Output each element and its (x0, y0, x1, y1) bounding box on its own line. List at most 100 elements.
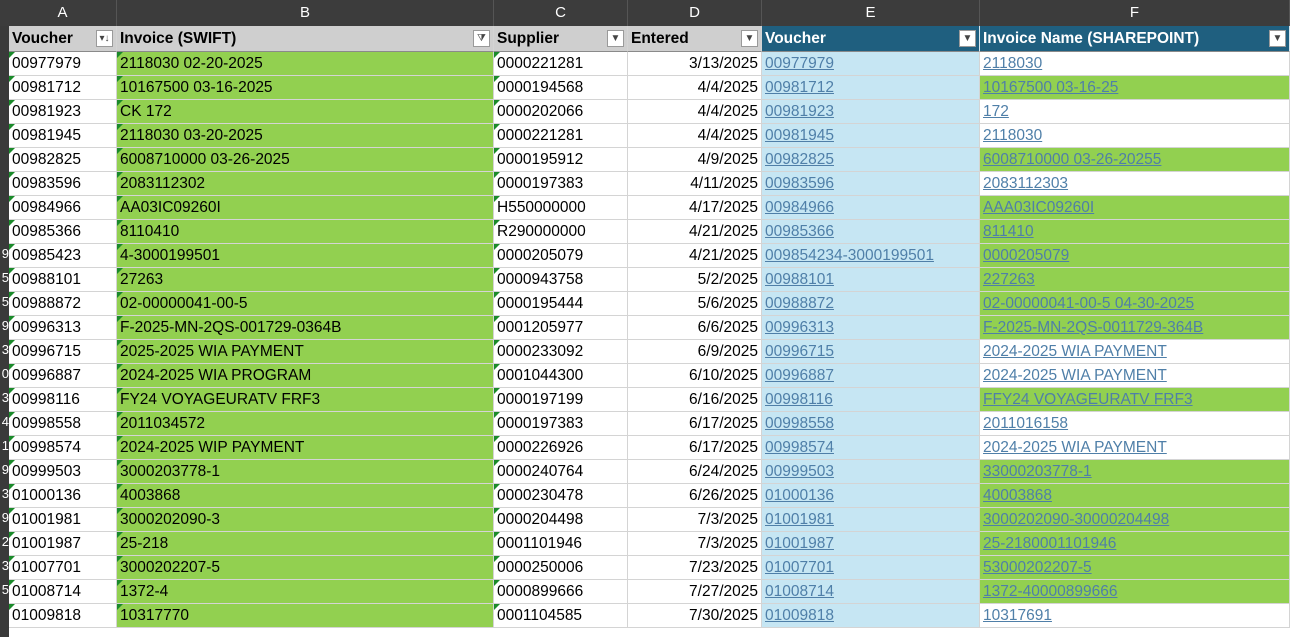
cell-invoice-name-sharepoint[interactable]: F-2025-MN-2QS-0011729-364B (980, 316, 1290, 340)
cell-invoice-name-sharepoint[interactable]: 33000203778-1 (980, 460, 1290, 484)
cell-invoice-swift[interactable]: 3000202207-5 (117, 556, 494, 580)
cell-voucher-sharepoint-link[interactable]: 00983596 (765, 175, 834, 192)
row-number[interactable]: 3 (0, 386, 9, 410)
cell-voucher-sharepoint[interactable]: 00996715 (762, 340, 980, 364)
sort-filter-icon[interactable]: ▾↓ (96, 30, 113, 47)
cell-entered[interactable]: 3/13/2025 (628, 52, 762, 76)
row-number[interactable]: 5 (0, 290, 9, 314)
dropdown-icon[interactable]: ▼ (607, 30, 624, 47)
cell-invoice-name-sharepoint-link[interactable]: 2024-2025 WIA PAYMENT (983, 343, 1167, 360)
cell-invoice-name-sharepoint[interactable]: 2118030 (980, 124, 1290, 148)
cell-invoice-swift[interactable]: 2083112302 (117, 172, 494, 196)
row-number[interactable] (0, 194, 9, 218)
cell-supplier[interactable]: 0000195444 (494, 292, 628, 316)
row-number[interactable] (0, 26, 9, 50)
cell-invoice-swift[interactable]: 3000203778-1 (117, 460, 494, 484)
cell-voucher-sharepoint-link[interactable]: 01007701 (765, 559, 834, 576)
cell-voucher-sharepoint[interactable]: 00982825 (762, 148, 980, 172)
cell-voucher[interactable]: 00998558 (9, 412, 117, 436)
cell-voucher-sharepoint[interactable]: 00998558 (762, 412, 980, 436)
cell-entered[interactable]: 7/27/2025 (628, 580, 762, 604)
cell-voucher-sharepoint[interactable]: 00981945 (762, 124, 980, 148)
cell-voucher-sharepoint-link[interactable]: 00999503 (765, 463, 834, 480)
cell-voucher-sharepoint[interactable]: 00981923 (762, 100, 980, 124)
cell-entered[interactable]: 6/6/2025 (628, 316, 762, 340)
cell-invoice-name-sharepoint[interactable]: 2011016158 (980, 412, 1290, 436)
cell-entered[interactable]: 4/21/2025 (628, 244, 762, 268)
cell-invoice-name-sharepoint-link[interactable]: 25-2180001101946 (983, 535, 1116, 552)
cell-invoice-swift[interactable]: 25-218 (117, 532, 494, 556)
cell-invoice-name-sharepoint[interactable]: 0000205079 (980, 244, 1290, 268)
cell-voucher-sharepoint[interactable]: 01001981 (762, 508, 980, 532)
cell-invoice-name-sharepoint[interactable]: 02-00000041-00-5 04-30-2025 (980, 292, 1290, 316)
cell-voucher-sharepoint-link[interactable]: 00981712 (765, 79, 834, 96)
row-number[interactable]: 5 (0, 578, 9, 602)
row-number[interactable] (0, 218, 9, 242)
column-letter-c[interactable]: C (494, 0, 628, 26)
cell-voucher-sharepoint-link[interactable]: 00996715 (765, 343, 834, 360)
cell-voucher-sharepoint-link[interactable]: 00998574 (765, 439, 834, 456)
cell-entered[interactable]: 7/3/2025 (628, 508, 762, 532)
cell-invoice-name-sharepoint[interactable]: 2083112303 (980, 172, 1290, 196)
cell-voucher[interactable]: 00996313 (9, 316, 117, 340)
cell-invoice-swift[interactable]: F-2025-MN-2QS-001729-0364B (117, 316, 494, 340)
cell-invoice-swift[interactable]: CK 172 (117, 100, 494, 124)
row-number[interactable]: 3 (0, 554, 9, 578)
cell-supplier[interactable]: 0001104585 (494, 604, 628, 628)
row-number[interactable]: 1 (0, 434, 9, 458)
cell-supplier[interactable]: 0000899666 (494, 580, 628, 604)
cell-invoice-name-sharepoint-link[interactable]: 2118030 (983, 55, 1042, 72)
row-number[interactable] (0, 146, 9, 170)
cell-invoice-name-sharepoint-link[interactable]: 2083112303 (983, 175, 1068, 192)
dropdown-icon[interactable]: ▼ (1269, 30, 1286, 47)
cell-invoice-swift[interactable]: 27263 (117, 268, 494, 292)
cell-invoice-name-sharepoint-link[interactable]: 2024-2025 WIA PAYMENT (983, 439, 1167, 456)
cell-entered[interactable]: 4/4/2025 (628, 124, 762, 148)
cell-invoice-name-sharepoint-link[interactable]: 227263 (983, 271, 1035, 288)
cell-invoice-name-sharepoint-link[interactable]: 172 (983, 103, 1009, 120)
cell-invoice-swift[interactable]: 4-3000199501 (117, 244, 494, 268)
cell-entered[interactable]: 4/17/2025 (628, 196, 762, 220)
cell-voucher-sharepoint[interactable]: 00988101 (762, 268, 980, 292)
cell-invoice-name-sharepoint[interactable]: 2024-2025 WIA PAYMENT (980, 436, 1290, 460)
cell-invoice-name-sharepoint-link[interactable]: 3000202090-30000204498 (983, 511, 1169, 528)
cell-invoice-name-sharepoint[interactable]: 53000202207-5 (980, 556, 1290, 580)
cell-invoice-name-sharepoint-link[interactable]: FFY24 VOYAGEURATV FRF3 (983, 391, 1193, 408)
cell-voucher-sharepoint[interactable]: 00998574 (762, 436, 980, 460)
cell-voucher-sharepoint-link[interactable]: 00998558 (765, 415, 834, 432)
cell-voucher-sharepoint-link[interactable]: 00985366 (765, 223, 834, 240)
cell-supplier[interactable]: 0001101946 (494, 532, 628, 556)
cell-invoice-name-sharepoint[interactable]: 227263 (980, 268, 1290, 292)
row-number[interactable] (0, 170, 9, 194)
cell-invoice-swift[interactable]: 8110410 (117, 220, 494, 244)
cell-supplier[interactable]: 0000205079 (494, 244, 628, 268)
cell-invoice-swift[interactable]: 2024-2025 WIA PROGRAM (117, 364, 494, 388)
cell-invoice-name-sharepoint[interactable]: 6008710000 03-26-20255 (980, 148, 1290, 172)
cell-invoice-swift[interactable]: 2024-2025 WIP PAYMENT (117, 436, 494, 460)
cell-invoice-name-sharepoint[interactable]: 1372-40000899666 (980, 580, 1290, 604)
cell-voucher[interactable]: 00988872 (9, 292, 117, 316)
cell-invoice-name-sharepoint-link[interactable]: 40003868 (983, 487, 1052, 504)
cell-invoice-swift[interactable]: 02-00000041-00-5 (117, 292, 494, 316)
cell-voucher-sharepoint[interactable]: 00988872 (762, 292, 980, 316)
cell-voucher[interactable]: 00981945 (9, 124, 117, 148)
cell-entered[interactable]: 4/21/2025 (628, 220, 762, 244)
cell-voucher[interactable]: 00998574 (9, 436, 117, 460)
cell-voucher[interactable]: 01008714 (9, 580, 117, 604)
cell-invoice-swift[interactable]: 10317770 (117, 604, 494, 628)
select-all-corner[interactable] (0, 0, 9, 26)
cell-supplier[interactable]: 0000226926 (494, 436, 628, 460)
cell-invoice-swift[interactable]: FY24 VOYAGEURATV FRF3 (117, 388, 494, 412)
cell-voucher[interactable]: 00981923 (9, 100, 117, 124)
cell-supplier[interactable]: 0000230478 (494, 484, 628, 508)
cell-voucher-sharepoint-link[interactable]: 00988101 (765, 271, 834, 288)
cell-invoice-name-sharepoint[interactable]: 172 (980, 100, 1290, 124)
cell-invoice-name-sharepoint[interactable]: 811410 (980, 220, 1290, 244)
cell-entered[interactable]: 5/6/2025 (628, 292, 762, 316)
cell-entered[interactable]: 6/16/2025 (628, 388, 762, 412)
cell-entered[interactable]: 7/30/2025 (628, 604, 762, 628)
cell-voucher[interactable]: 00996715 (9, 340, 117, 364)
cell-invoice-swift[interactable]: 2025-2025 WIA PAYMENT (117, 340, 494, 364)
row-number[interactable]: 9 (0, 458, 9, 482)
cell-supplier[interactable]: 0000194568 (494, 76, 628, 100)
